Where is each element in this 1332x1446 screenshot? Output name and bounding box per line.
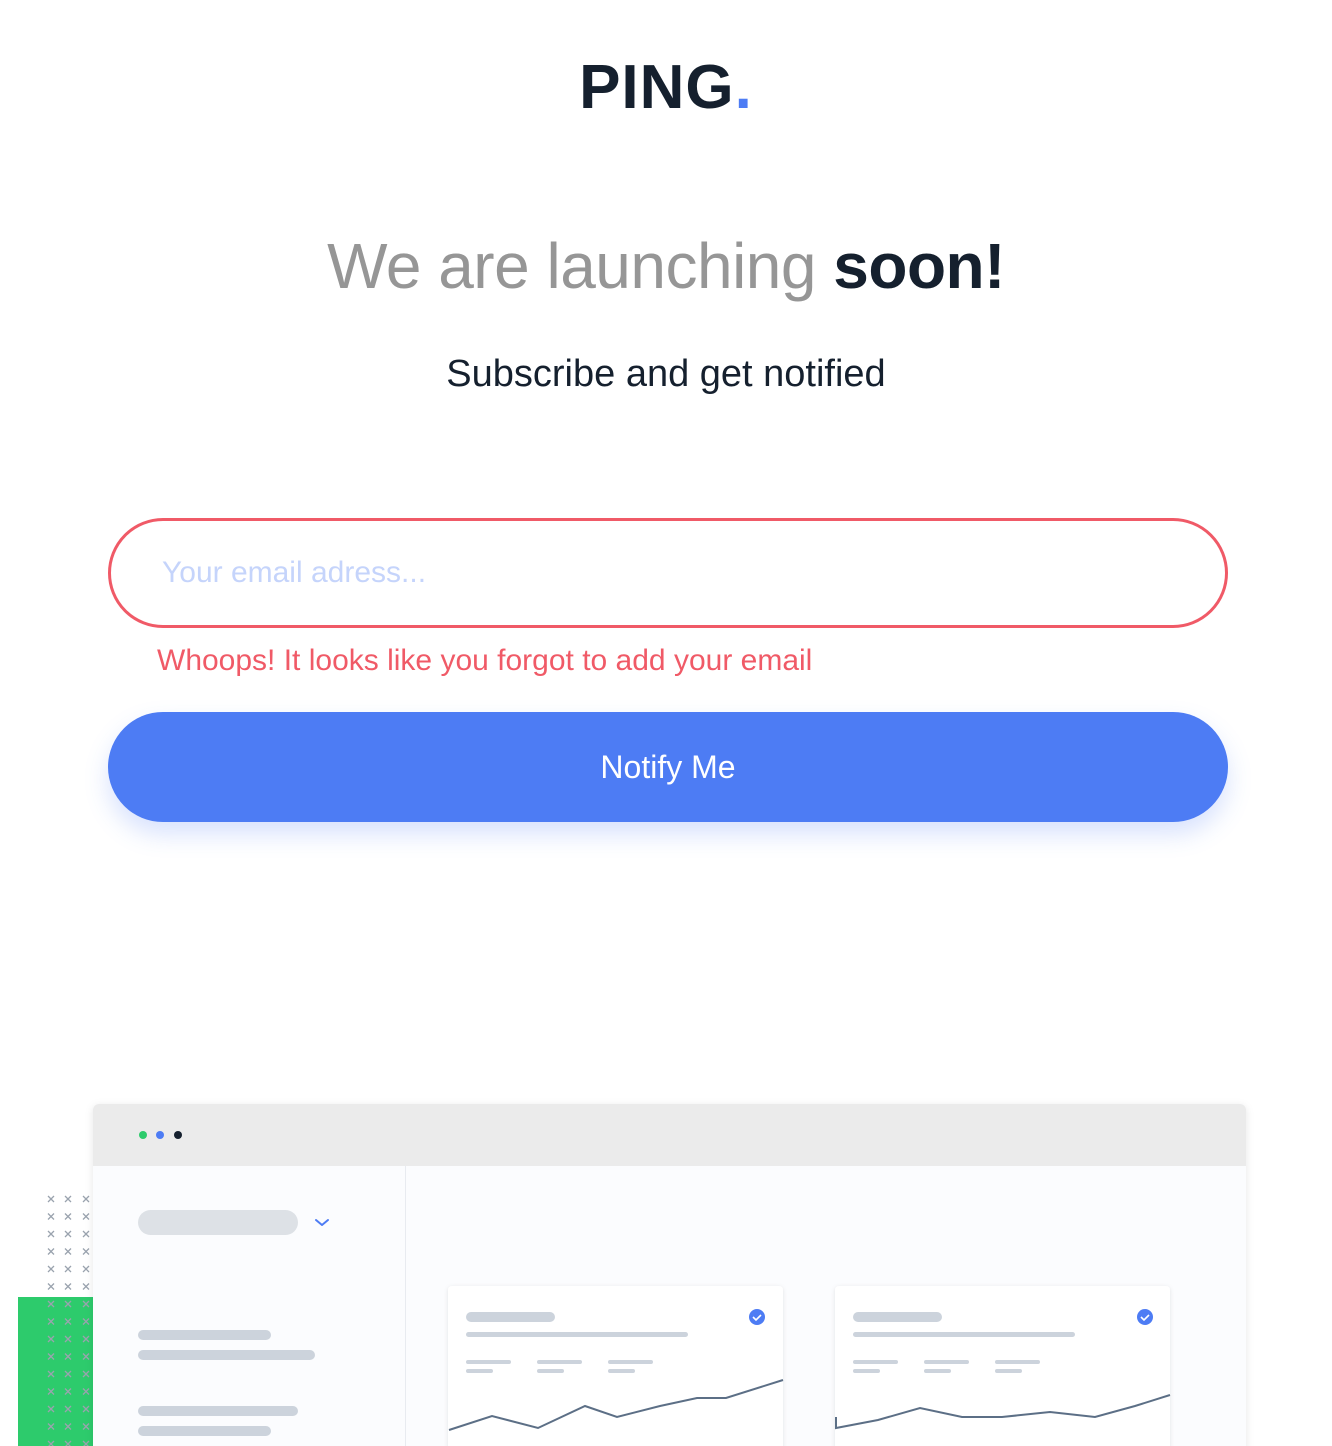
mockup-card-2 (835, 1286, 1171, 1446)
title-light: We are launching (327, 230, 834, 302)
check-icon (749, 1309, 765, 1325)
page-title: We are launching soon! (0, 226, 1332, 306)
mockup-card-1 (448, 1286, 784, 1446)
logo-text: PING (579, 53, 735, 122)
subtitle: Subscribe and get notified (446, 353, 886, 395)
logo: PING. (0, 52, 1332, 124)
window-dot-dark (174, 1131, 182, 1139)
email-input[interactable] (108, 518, 1228, 628)
logo-dot: . (734, 53, 753, 122)
sidebar-dropdown (138, 1210, 298, 1235)
title-bold: soon! (833, 230, 1005, 302)
error-message: Whoops! It looks like you forgot to add … (157, 644, 813, 677)
window-dot-green (139, 1131, 147, 1139)
check-icon (1137, 1309, 1153, 1325)
mockup-sidebar (93, 1166, 405, 1446)
window-dot-blue (156, 1131, 164, 1139)
dashboard-illustration (18, 1104, 1246, 1446)
notify-me-button[interactable]: Notify Me (108, 712, 1228, 822)
